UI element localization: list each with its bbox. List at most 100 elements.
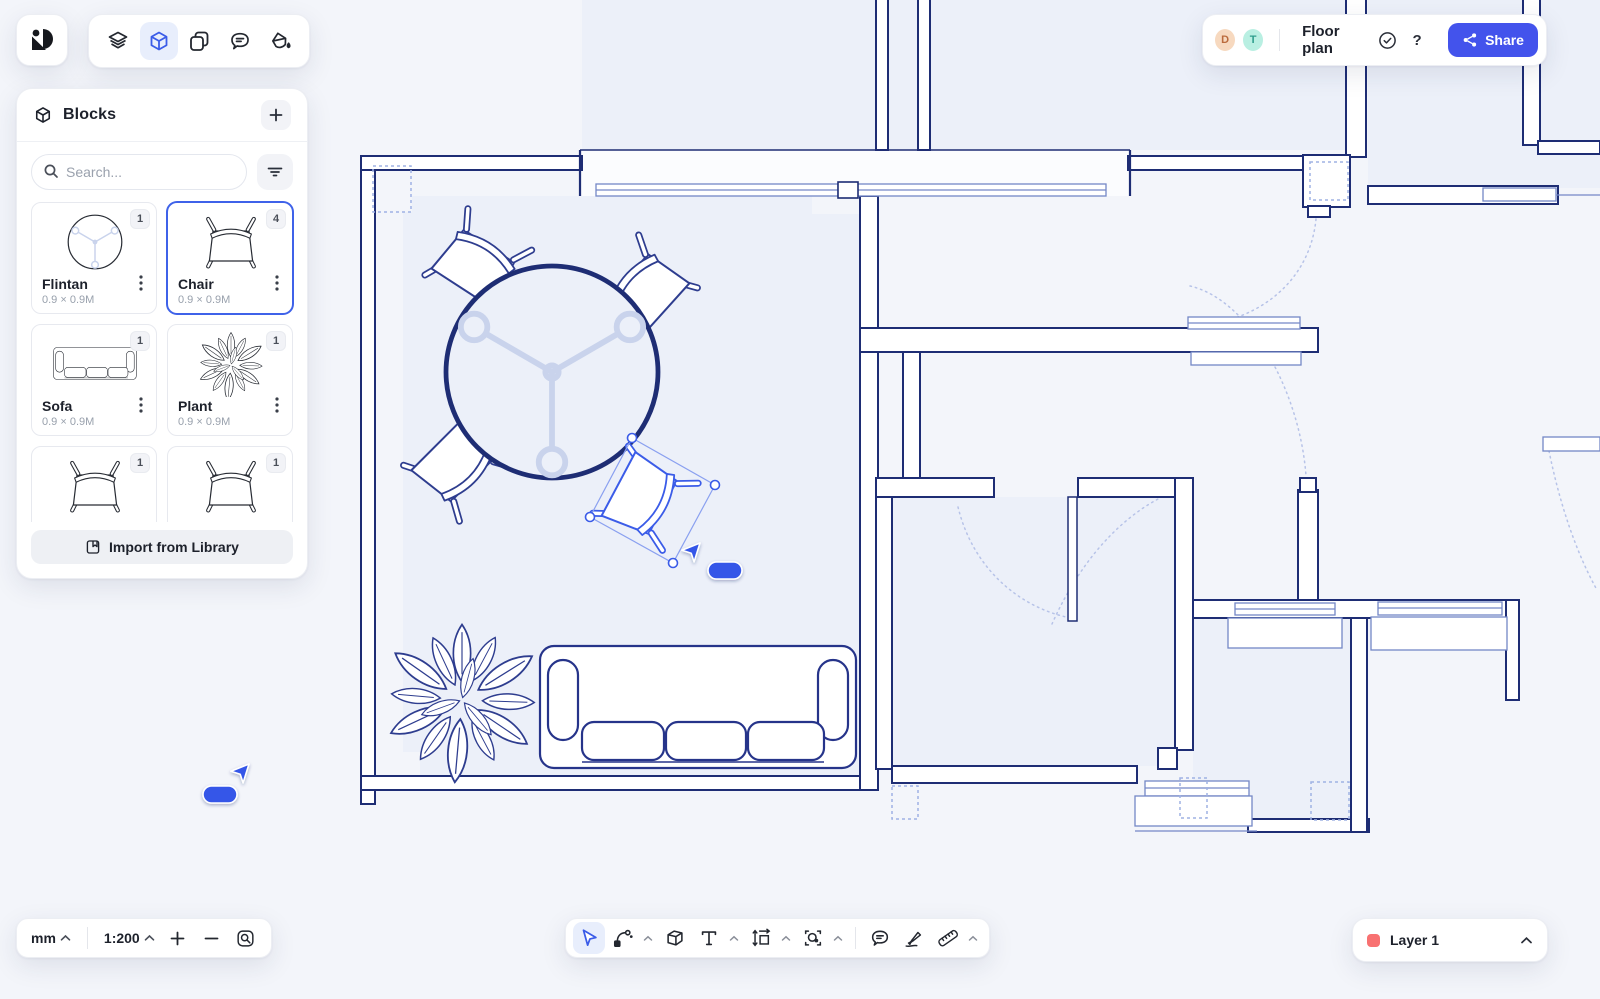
caret-up-icon xyxy=(833,935,843,942)
kebab-icon xyxy=(139,397,143,413)
caret-up-icon xyxy=(781,935,791,942)
kebab-icon xyxy=(139,275,143,291)
count-badge: 1 xyxy=(130,331,150,351)
tool-measure-flyout[interactable] xyxy=(966,926,980,950)
block-menu-button[interactable] xyxy=(268,271,286,295)
chevron-up-icon xyxy=(144,934,155,942)
view-controls: mm 1:200 xyxy=(16,918,272,958)
tool-styles[interactable] xyxy=(261,22,299,60)
block-menu-button[interactable] xyxy=(132,271,150,295)
tool-section[interactable] xyxy=(797,922,829,954)
add-block-button[interactable] xyxy=(261,100,291,130)
rayon-logo-icon xyxy=(29,27,55,53)
box-3d-icon xyxy=(664,927,686,949)
block-dims: 0.9 × 0.9M xyxy=(42,416,148,428)
blocks-grid: 1 Flintan 0.9 × 0.9M 4 Chair 0.9 × 0.9M xyxy=(17,200,307,522)
share-button[interactable]: Share xyxy=(1448,23,1538,57)
ruler-icon xyxy=(937,927,959,949)
block-dims: 0.9 × 0.9M xyxy=(178,416,284,428)
layer-name: Layer 1 xyxy=(1390,932,1510,948)
block-name: Chair xyxy=(42,520,148,522)
tool-dimension-flyout[interactable] xyxy=(779,926,793,950)
kebab-icon xyxy=(275,397,279,413)
tool-measure[interactable] xyxy=(932,922,964,954)
block-menu-button[interactable] xyxy=(268,393,286,417)
zoom-area-icon xyxy=(236,929,255,948)
search-icon xyxy=(43,163,59,179)
select-cursor-icon xyxy=(578,927,600,949)
share-label: Share xyxy=(1485,32,1524,48)
cube-icon xyxy=(33,105,53,125)
tool-pages[interactable] xyxy=(180,22,218,60)
tool-layers[interactable] xyxy=(99,22,137,60)
zoom-in-button[interactable] xyxy=(165,925,191,951)
blocks-panel-title: Blocks xyxy=(63,106,116,124)
tool-section-flyout[interactable] xyxy=(831,926,845,950)
block-card-chair-3[interactable]: 1 Chair xyxy=(167,446,293,522)
count-badge: 1 xyxy=(130,453,150,473)
filter-icon xyxy=(267,164,283,180)
tool-block[interactable] xyxy=(659,922,691,954)
comment-icon xyxy=(869,927,891,949)
plus-icon xyxy=(170,931,185,946)
tool-text-flyout[interactable] xyxy=(727,926,741,950)
block-menu-button[interactable] xyxy=(132,393,150,417)
caret-up-icon xyxy=(729,935,739,942)
tool-blocks[interactable] xyxy=(140,22,178,60)
comment-icon xyxy=(228,29,252,53)
tool-comments[interactable] xyxy=(221,22,259,60)
cube-icon xyxy=(147,29,171,53)
scale-selector[interactable]: 1:200 xyxy=(102,926,157,950)
tool-comment[interactable] xyxy=(864,922,896,954)
pages-icon xyxy=(187,29,211,53)
block-card-flintan[interactable]: 1 Flintan 0.9 × 0.9M xyxy=(31,202,157,314)
count-badge: 1 xyxy=(266,331,286,351)
scale-label: 1:200 xyxy=(104,930,140,946)
block-dims: 0.9 × 0.9M xyxy=(42,294,148,306)
blocks-panel: Blocks 1 Flintan 0 xyxy=(16,88,308,579)
block-name: Chair xyxy=(178,520,284,522)
tool-dimension[interactable] xyxy=(745,922,777,954)
share-icon xyxy=(1462,32,1478,48)
filter-button[interactable] xyxy=(257,154,293,190)
tool-draw[interactable] xyxy=(607,922,639,954)
block-card-chair-2[interactable]: 1 Chair xyxy=(31,446,157,522)
tool-text[interactable] xyxy=(693,922,725,954)
block-card-plant[interactable]: 1 Plant 0.9 × 0.9M xyxy=(167,324,293,436)
block-card-chair[interactable]: 4 Chair 0.9 × 0.9M xyxy=(167,202,293,314)
avatar[interactable]: T xyxy=(1241,27,1265,53)
block-card-sofa[interactable]: 1 Sofa 0.9 × 0.9M xyxy=(31,324,157,436)
kebab-icon xyxy=(275,275,279,291)
avatar[interactable]: D xyxy=(1213,27,1237,53)
path-node-icon xyxy=(612,927,634,949)
tool-draw-flyout[interactable] xyxy=(641,926,655,950)
tool-select[interactable] xyxy=(573,922,605,954)
count-badge: 1 xyxy=(130,209,150,229)
dimension-icon xyxy=(750,927,772,949)
import-from-library-button[interactable]: Import from Library xyxy=(31,530,293,564)
count-badge: 4 xyxy=(266,209,286,229)
chevron-up-icon xyxy=(1520,936,1533,945)
sofa-block[interactable] xyxy=(540,646,856,768)
unit-label: mm xyxy=(31,930,56,946)
help-button[interactable]: ? xyxy=(1406,28,1428,52)
zoom-to-selection-button[interactable] xyxy=(233,925,259,951)
tool-markup[interactable] xyxy=(898,922,930,954)
search-input[interactable] xyxy=(31,154,247,190)
marker-pen-icon xyxy=(903,927,925,949)
import-label: Import from Library xyxy=(109,539,239,555)
block-dims: 0.9 × 0.9M xyxy=(178,294,284,306)
saved-status-button[interactable] xyxy=(1376,28,1398,52)
document-header: D T Floor plan ? Share xyxy=(1202,14,1547,66)
layer-selector[interactable]: Layer 1 xyxy=(1352,918,1548,962)
paint-bucket-icon xyxy=(268,29,292,53)
minus-icon xyxy=(204,931,219,946)
document-title[interactable]: Floor plan xyxy=(1302,23,1368,57)
count-badge: 1 xyxy=(266,453,286,473)
unit-selector[interactable]: mm xyxy=(29,926,73,950)
header-divider xyxy=(1279,29,1280,51)
zoom-out-button[interactable] xyxy=(199,925,225,951)
app-logo[interactable] xyxy=(16,14,68,66)
frame-capture-icon xyxy=(802,927,824,949)
chevron-up-icon xyxy=(60,934,71,942)
